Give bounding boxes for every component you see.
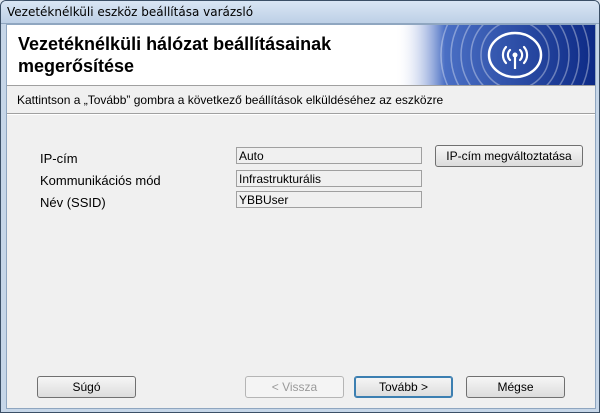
wizard-window: Vezetéknélküli eszköz beállítása varázsl… — [0, 0, 600, 413]
cancel-button[interactable]: Mégse — [466, 376, 565, 398]
back-button[interactable]: < Vissza — [245, 376, 344, 398]
window-title: Vezetéknélküli eszköz beállítása varázsl… — [7, 5, 254, 19]
wireless-signal-icon — [395, 25, 595, 85]
ssid-value: YBBUser — [236, 191, 422, 208]
instruction-text: Kattintson a „Tovább” gombra a következő… — [17, 93, 444, 107]
communication-mode-value: Infrastrukturális — [236, 170, 422, 187]
ssid-label: Név (SSID) — [40, 195, 106, 210]
change-ip-button[interactable]: IP-cím megváltoztatása — [435, 145, 583, 167]
help-button[interactable]: Súgó — [37, 376, 136, 398]
ip-address-value: Auto — [236, 147, 422, 164]
communication-mode-label: Kommunikációs mód — [40, 173, 161, 188]
page-title: Vezetéknélküli hálózat beállításainak me… — [18, 34, 332, 76]
wizard-content: Vezetéknélküli hálózat beállításainak me… — [6, 24, 596, 409]
next-button[interactable]: Tovább > — [354, 376, 453, 398]
separator — [7, 113, 595, 115]
ip-address-label: IP-cím — [40, 151, 78, 166]
title-bar[interactable]: Vezetéknélküli eszköz beállítása varázsl… — [1, 1, 599, 24]
header-banner: Vezetéknélküli hálózat beállításainak me… — [7, 25, 595, 86]
